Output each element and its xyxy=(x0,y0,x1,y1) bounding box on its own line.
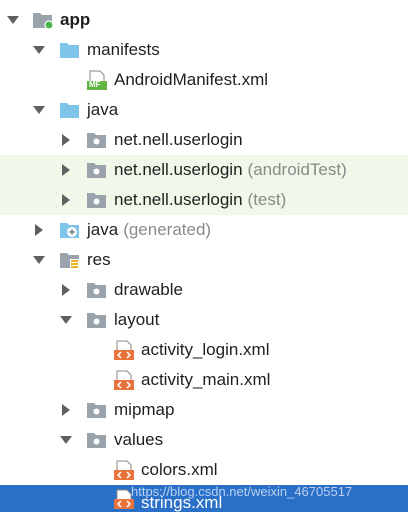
package-icon xyxy=(86,130,108,150)
tree-node-pkg-android-test[interactable]: net.nell.userlogin (androidTest) xyxy=(0,155,408,185)
tree-node-pkg-main[interactable]: net.nell.userlogin xyxy=(0,125,408,155)
tree-node-java[interactable]: java xyxy=(0,95,408,125)
chevron-right-icon[interactable] xyxy=(59,185,73,215)
generated-suffix: (generated) xyxy=(123,220,212,239)
folder-icon xyxy=(86,430,108,450)
tree-node-activity-login[interactable]: activity_login.xml xyxy=(0,335,408,365)
package-name: net.nell.userlogin xyxy=(114,190,243,209)
tree-node-layout[interactable]: layout xyxy=(0,305,408,335)
tree-node-colors[interactable]: colors.xml xyxy=(0,455,408,485)
tree-label-colors: colors.xml xyxy=(141,460,218,479)
tree-label-activity-main: activity_main.xml xyxy=(141,370,271,389)
folder-name: java xyxy=(87,220,119,239)
chevron-right-icon[interactable] xyxy=(59,275,73,305)
package-name: net.nell.userlogin xyxy=(114,160,243,179)
tree-label-drawable: drawable xyxy=(114,280,183,299)
tree-node-res[interactable]: res xyxy=(0,245,408,275)
folder-icon xyxy=(59,100,81,120)
chevron-down-icon[interactable] xyxy=(32,245,46,275)
tree-label-java: java xyxy=(87,100,119,119)
layout-xml-icon xyxy=(113,370,135,390)
chevron-down-icon[interactable] xyxy=(32,95,46,125)
tree-label-res: res xyxy=(87,250,111,269)
tree-label-manifests: manifests xyxy=(87,40,160,59)
package-icon xyxy=(86,190,108,210)
folder-icon xyxy=(59,40,81,60)
chevron-down-icon[interactable] xyxy=(59,425,73,455)
layout-xml-icon xyxy=(113,340,135,360)
tree-label-pkg-android-test: net.nell.userlogin (androidTest) xyxy=(114,155,347,185)
chevron-right-icon[interactable] xyxy=(59,395,73,425)
resources-folder-icon xyxy=(59,250,81,270)
tree-node-drawable[interactable]: drawable xyxy=(0,275,408,305)
tree-label-pkg-main: net.nell.userlogin xyxy=(114,130,243,149)
chevron-right-icon[interactable] xyxy=(59,125,73,155)
tree-node-activity-main[interactable]: activity_main.xml xyxy=(0,365,408,395)
tree-node-values[interactable]: values xyxy=(0,425,408,455)
tree-node-android-manifest[interactable]: MF AndroidManifest.xml xyxy=(0,65,408,95)
project-tree: app manifests MF AndroidManifest.xml jav… xyxy=(0,0,408,512)
module-folder-icon xyxy=(32,10,54,30)
tree-node-java-generated[interactable]: java (generated) xyxy=(0,215,408,245)
tree-label-values: values xyxy=(114,430,164,449)
tree-node-mipmap[interactable]: mipmap xyxy=(0,395,408,425)
chevron-right-icon[interactable] xyxy=(32,215,46,245)
manifest-file-icon: MF xyxy=(86,70,108,90)
manifest-badge: MF xyxy=(89,80,101,89)
tree-label-java-generated: java (generated) xyxy=(87,215,211,245)
folder-icon xyxy=(86,400,108,420)
values-xml-icon xyxy=(113,460,135,480)
tree-label-activity-login: activity_login.xml xyxy=(141,340,270,359)
tree-node-pkg-test[interactable]: net.nell.userlogin (test) xyxy=(0,185,408,215)
tree-label-mipmap: mipmap xyxy=(114,400,175,419)
chevron-down-icon[interactable] xyxy=(32,35,46,65)
generated-folder-icon xyxy=(59,220,81,240)
source-set-suffix: (test) xyxy=(247,190,287,209)
tree-label-android-manifest: AndroidManifest.xml xyxy=(114,70,269,89)
folder-icon xyxy=(86,280,108,300)
watermark-text: https://blog.csdn.net/weixin_46705517 xyxy=(131,484,353,499)
folder-icon xyxy=(86,310,108,330)
package-icon xyxy=(86,160,108,180)
chevron-right-icon[interactable] xyxy=(59,155,73,185)
source-set-suffix: (androidTest) xyxy=(247,160,347,179)
chevron-down-icon[interactable] xyxy=(6,5,20,35)
tree-label-pkg-test: net.nell.userlogin (test) xyxy=(114,185,286,215)
tree-label-app: app xyxy=(60,10,91,29)
tree-node-manifests[interactable]: manifests xyxy=(0,35,408,65)
tree-node-app[interactable]: app xyxy=(0,5,408,35)
tree-label-layout: layout xyxy=(114,310,160,329)
chevron-down-icon[interactable] xyxy=(59,305,73,335)
